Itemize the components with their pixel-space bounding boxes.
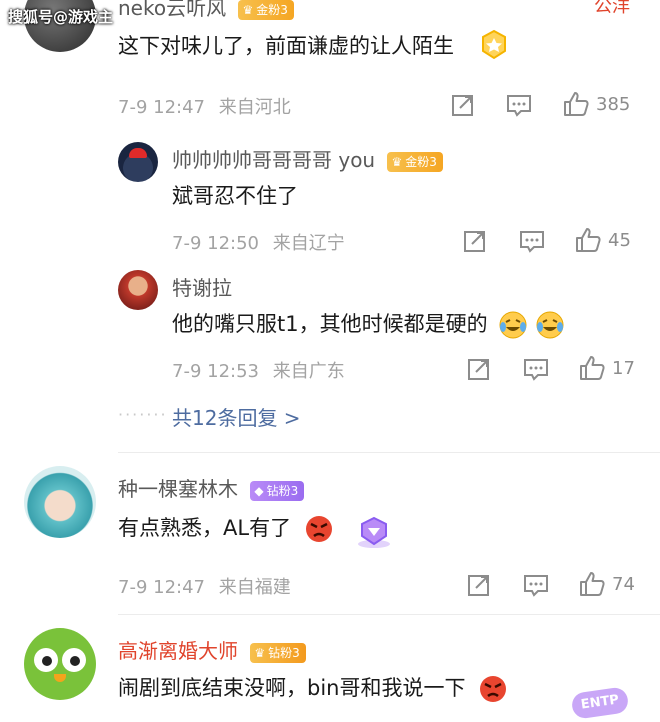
laughing-tears-emoji-icon: [499, 311, 527, 339]
fan-badge: ♛ 金粉3: [238, 0, 294, 20]
comment-meta: 7-9 12:47 来自河北: [118, 97, 291, 118]
comment-icon[interactable]: [522, 356, 550, 382]
comment-icon[interactable]: [505, 92, 533, 118]
comment-username[interactable]: 高渐离婚大师 ♛ 钻粉3: [118, 635, 306, 664]
like-button[interactable]: 17: [578, 354, 635, 382]
comment-meta: 7-9 12:50 来自辽宁: [172, 233, 345, 254]
diamond-icon: ◆: [254, 483, 264, 498]
entp-sticker: ENTP: [570, 686, 630, 720]
fan-badge: ♛ 金粉3: [387, 151, 443, 172]
thumbs-up-icon: [576, 228, 601, 252]
divider: [118, 452, 660, 453]
angry-face-emoji-icon: [480, 676, 507, 702]
watermark: 搜狐号@游戏主: [8, 8, 114, 26]
comment-username[interactable]: neko云听风 ♛ 金粉3: [118, 0, 294, 21]
comment-icon[interactable]: [522, 572, 550, 598]
purple-diamond-icon: [358, 516, 391, 548]
like-button[interactable]: 74: [578, 570, 635, 598]
share-icon[interactable]: [462, 228, 488, 254]
partial-label: 公洋: [594, 0, 630, 17]
like-button[interactable]: 45: [574, 226, 631, 254]
angry-face-emoji-icon: [305, 516, 332, 542]
crown-icon: ♛: [242, 2, 254, 17]
gold-star-icon: [481, 29, 506, 60]
view-more-replies-link[interactable]: 共12条回复 >: [172, 402, 301, 431]
avatar[interactable]: [118, 270, 158, 310]
comment-username[interactable]: 特谢拉: [172, 272, 232, 301]
comment-meta: 7-9 12:47 来自福建: [118, 577, 291, 598]
like-button[interactable]: 385: [562, 90, 630, 118]
avatar[interactable]: [118, 142, 158, 182]
comment-text: 这下对味儿了，前面谦虚的让人陌生: [118, 29, 511, 62]
comment-text: 他的嘴只服t1，其他时候都是硬的: [172, 308, 565, 340]
thumbs-up-icon: [564, 92, 589, 116]
avatar[interactable]: [24, 466, 96, 538]
crown-icon: ♛: [254, 645, 266, 660]
comment-username[interactable]: 帅帅帅帅哥哥哥哥 you ♛ 金粉3: [172, 144, 443, 173]
replies-divider-dots: ·······: [118, 405, 168, 424]
fan-badge: ♛ 钻粉3: [250, 642, 306, 663]
share-icon[interactable]: [450, 92, 476, 118]
comment-text: 闹剧到底结束没啊，bin哥和我说一下: [118, 672, 508, 704]
comment-username[interactable]: 种一棵塞林木 ◆ 钻粉3: [118, 473, 305, 502]
crown-icon: ♛: [391, 154, 403, 169]
laughing-tears-emoji-icon: [536, 311, 564, 339]
share-icon[interactable]: [466, 572, 492, 598]
comment-text: 斌哥忍不住了: [172, 184, 298, 208]
comment-meta: 7-9 12:53 来自广东: [172, 361, 345, 382]
thumbs-up-icon: [580, 572, 605, 596]
avatar[interactable]: [24, 628, 96, 700]
divider: [118, 614, 660, 615]
fan-badge: ◆ 钻粉3: [250, 480, 305, 501]
share-icon[interactable]: [466, 356, 492, 382]
thumbs-up-icon: [580, 356, 605, 380]
comment-icon[interactable]: [518, 228, 546, 254]
comment-text: 有点熟悉，AL有了: [118, 508, 394, 550]
